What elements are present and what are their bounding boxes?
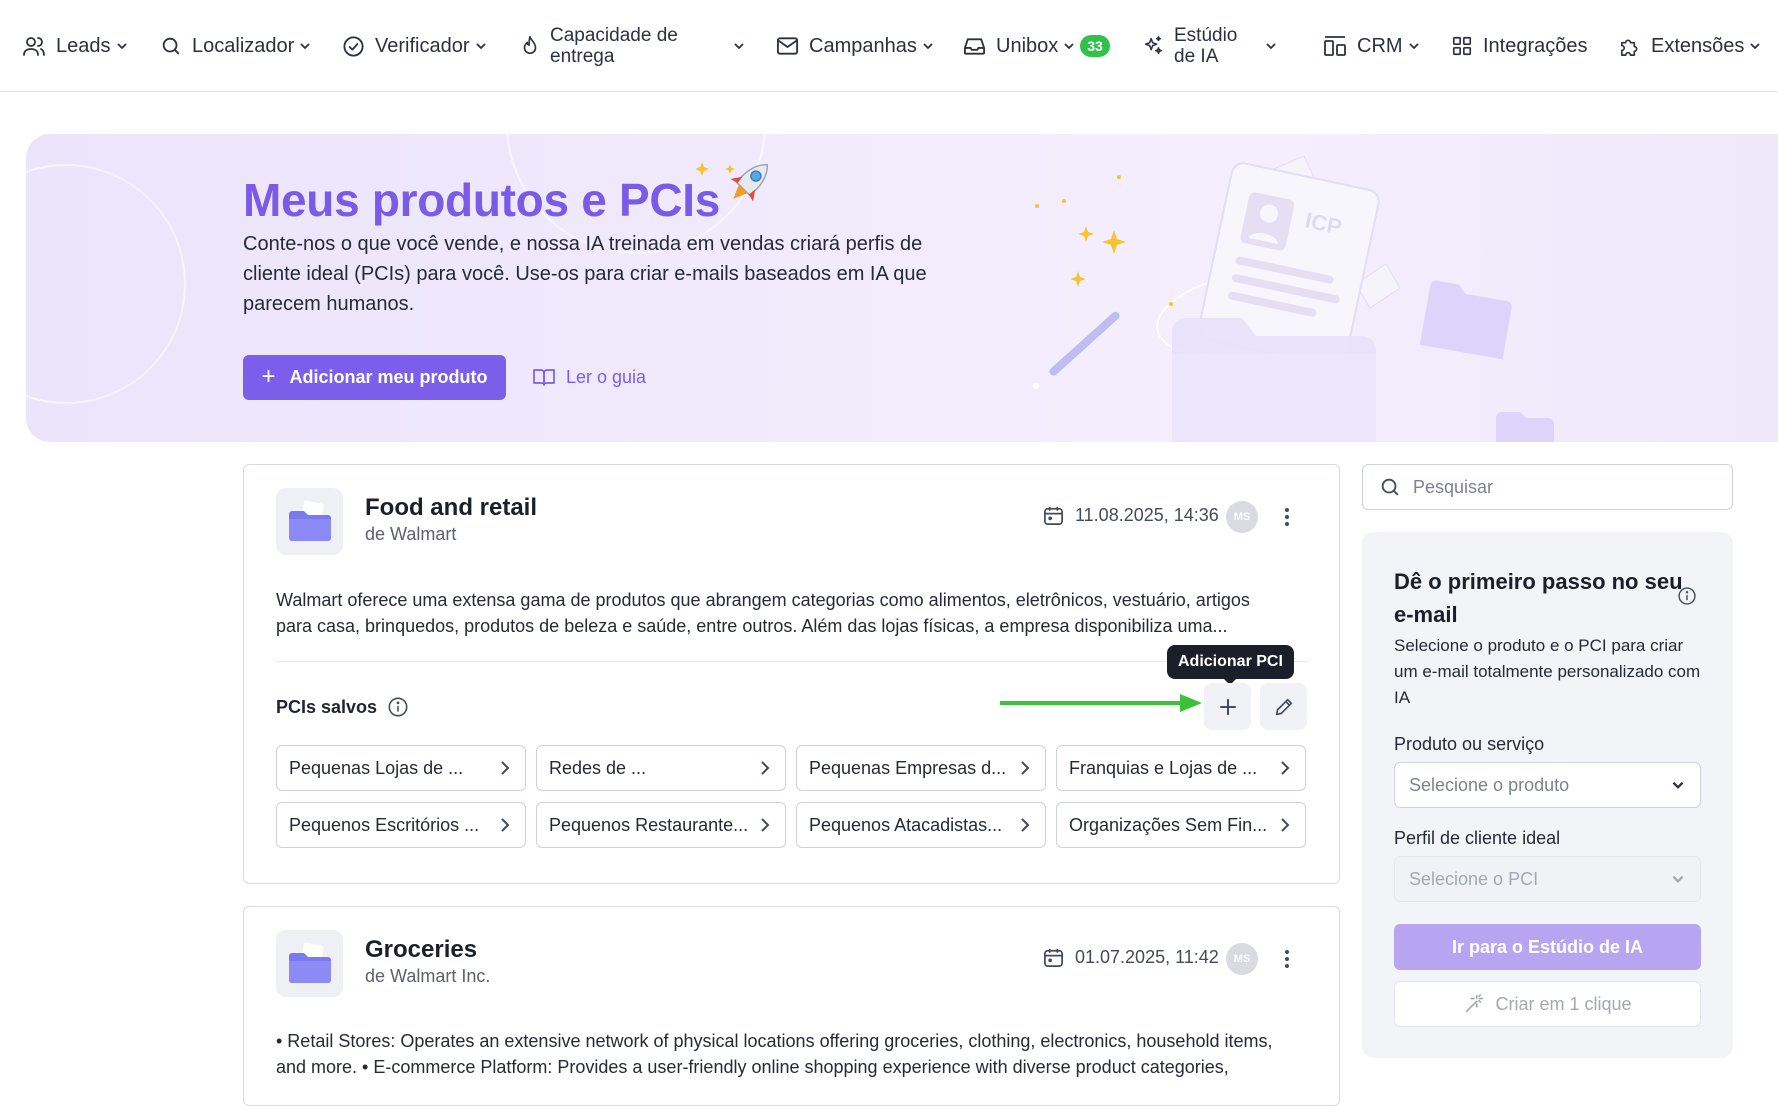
add-pci-button[interactable] bbox=[1204, 683, 1251, 730]
info-icon[interactable] bbox=[387, 696, 409, 718]
puzzle-icon bbox=[1618, 35, 1641, 58]
pci-select[interactable]: Selecione o PCI bbox=[1394, 856, 1701, 902]
avatar: MS bbox=[1226, 943, 1258, 975]
info-icon[interactable] bbox=[1677, 586, 1697, 606]
go-to-ai-studio-button[interactable]: Ir para o Estúdio de IA bbox=[1394, 924, 1701, 970]
crm-icon bbox=[1323, 35, 1347, 57]
pci-chip[interactable]: Redes de ... bbox=[536, 745, 786, 791]
search-icon bbox=[160, 35, 182, 57]
calendar-icon bbox=[1042, 946, 1065, 969]
product-date: 11.08.2025, 14:36 bbox=[1042, 504, 1219, 527]
saved-pcis-label: PCIs salvos bbox=[276, 695, 409, 719]
rocket-icon bbox=[696, 150, 780, 216]
users-icon bbox=[22, 34, 46, 58]
edit-pcis-button[interactable] bbox=[1260, 683, 1307, 730]
chevron-right-icon bbox=[759, 760, 771, 776]
decorative-circle bbox=[26, 164, 186, 404]
pci-chip[interactable]: Organizações Sem Fin... bbox=[1056, 802, 1306, 848]
check-circle-icon bbox=[342, 35, 365, 58]
chevron-right-icon bbox=[759, 817, 771, 833]
nav-crm[interactable]: CRM bbox=[1323, 0, 1421, 92]
nav-extensoes[interactable]: Extensões bbox=[1618, 0, 1762, 92]
add-pci-tooltip: Adicionar PCI bbox=[1167, 645, 1294, 679]
product-title[interactable]: Food and retail bbox=[365, 494, 537, 522]
product-company: de Walmart Inc. bbox=[365, 966, 490, 987]
chevron-down-icon bbox=[115, 39, 129, 53]
chevron-down-icon bbox=[921, 39, 935, 53]
nav-unibox[interactable]: Unibox 33 bbox=[963, 0, 1110, 92]
nav-campanhas[interactable]: Campanhas bbox=[776, 0, 935, 92]
book-icon bbox=[532, 367, 556, 387]
page-title: Meus produtos e PCIs bbox=[243, 173, 720, 227]
pencil-icon bbox=[1273, 696, 1295, 718]
unibox-unread-badge: 33 bbox=[1080, 35, 1110, 57]
pci-chip[interactable]: Pequenos Restaurante... bbox=[536, 802, 786, 848]
divider bbox=[276, 661, 1308, 662]
green-arrow-annotation bbox=[1000, 693, 1206, 713]
chevron-right-icon bbox=[1279, 760, 1291, 776]
chevron-down-icon bbox=[1748, 39, 1762, 53]
product-description: Walmart oferece uma extensa gama de prod… bbox=[276, 587, 1276, 639]
add-product-button[interactable]: + Adicionar meu produto bbox=[243, 355, 506, 400]
pci-chip[interactable]: Pequenos Atacadistas... bbox=[796, 802, 1046, 848]
calendar-icon bbox=[1042, 504, 1065, 527]
more-options-icon[interactable] bbox=[1277, 944, 1297, 974]
product-folder-tile bbox=[276, 930, 343, 997]
more-options-icon[interactable] bbox=[1277, 502, 1297, 532]
magic-wand-icon bbox=[1463, 993, 1485, 1015]
flame-icon bbox=[520, 35, 540, 57]
hero-description: Conte-nos o que você vende, e nossa IA t… bbox=[243, 229, 943, 319]
nav-estudio-de-ia[interactable]: Estúdio de IA bbox=[1142, 0, 1278, 92]
pci-chip[interactable]: Pequenos Escritórios ... bbox=[276, 802, 526, 848]
chevron-down-icon bbox=[1062, 39, 1076, 53]
search-icon bbox=[1379, 476, 1401, 498]
product-folder-tile bbox=[276, 488, 343, 555]
chevron-down-icon bbox=[298, 39, 312, 53]
pci-chip[interactable]: Pequenas Lojas de ... bbox=[276, 745, 526, 791]
inbox-icon bbox=[963, 36, 986, 56]
product-select[interactable]: Selecione o produto bbox=[1394, 762, 1701, 808]
search-field[interactable] bbox=[1362, 464, 1733, 510]
product-field-label: Produto ou serviço bbox=[1394, 734, 1544, 755]
chevron-right-icon bbox=[1019, 760, 1031, 776]
chevron-down-icon bbox=[1670, 871, 1686, 887]
create-one-click-button[interactable]: Criar em 1 clique bbox=[1394, 981, 1701, 1027]
search-input[interactable] bbox=[1413, 477, 1713, 498]
nav-leads[interactable]: Leads bbox=[22, 0, 129, 92]
read-guide-link[interactable]: Ler o guia bbox=[532, 362, 646, 392]
nav-localizador[interactable]: Localizador bbox=[160, 0, 312, 92]
pci-chip[interactable]: Pequenas Empresas d... bbox=[796, 745, 1046, 791]
nav-integracoes[interactable]: Integrações bbox=[1451, 0, 1588, 92]
plus-icon bbox=[1218, 697, 1238, 717]
hero-illustration: ICP bbox=[1026, 134, 1766, 442]
chevron-down-icon bbox=[1670, 777, 1686, 793]
avatar: MS bbox=[1226, 501, 1258, 533]
chevron-down-icon bbox=[732, 39, 746, 53]
plus-icon: + bbox=[261, 363, 275, 391]
pci-field-label: Perfil de cliente ideal bbox=[1394, 828, 1560, 849]
product-description: • Retail Stores: Operates an extensive n… bbox=[276, 1028, 1276, 1080]
panel-title: Dê o primeiro passo no seu e-mail bbox=[1394, 565, 1684, 631]
grid-icon bbox=[1451, 35, 1473, 57]
pci-chip[interactable]: Franquias e Lojas de ... bbox=[1056, 745, 1306, 791]
chevron-down-icon bbox=[1264, 39, 1278, 53]
chevron-right-icon bbox=[499, 817, 511, 833]
nav-verificador[interactable]: Verificador bbox=[342, 0, 488, 92]
chevron-right-icon bbox=[1279, 817, 1291, 833]
folder-icon bbox=[276, 930, 343, 997]
chevron-right-icon bbox=[499, 760, 511, 776]
nav-capacidade-de-entrega[interactable]: Capacidade de entrega bbox=[520, 0, 746, 92]
sparkles-icon bbox=[1142, 35, 1164, 57]
product-date: 01.07.2025, 11:42 bbox=[1042, 946, 1219, 969]
chevron-down-icon bbox=[474, 39, 488, 53]
chevron-down-icon bbox=[1407, 39, 1421, 53]
product-company: de Walmart bbox=[365, 524, 456, 545]
mail-icon bbox=[776, 36, 799, 56]
top-navigation: Leads Localizador Verificador Capacidade… bbox=[0, 0, 1778, 92]
folder-icon bbox=[276, 488, 343, 555]
product-title[interactable]: Groceries bbox=[365, 936, 477, 964]
panel-description: Selecione o produto e o PCI para criar u… bbox=[1394, 633, 1704, 711]
chevron-right-icon bbox=[1019, 817, 1031, 833]
